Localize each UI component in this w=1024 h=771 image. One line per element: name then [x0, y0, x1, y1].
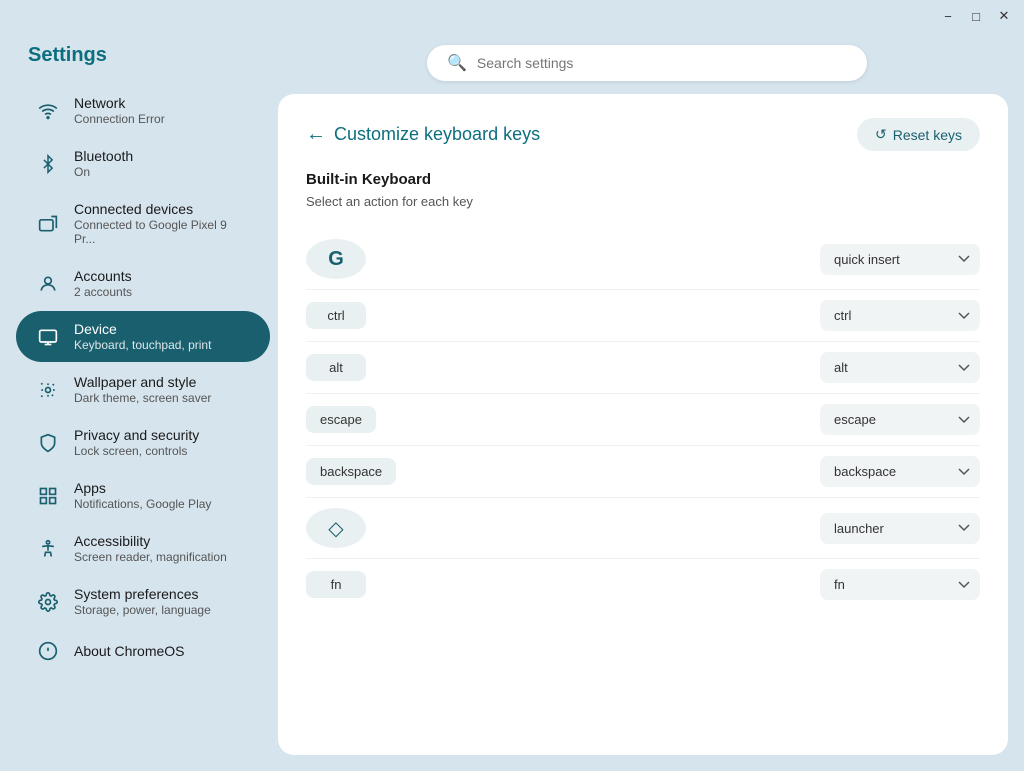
sidebar-item-system[interactable]: System preferences Storage, power, langu…: [16, 576, 270, 627]
sidebar-label-privacy: Privacy and security: [74, 427, 199, 443]
sidebar-label-wallpaper: Wallpaper and style: [74, 374, 211, 390]
accessibility-icon: [36, 537, 60, 561]
info-icon: [36, 639, 60, 663]
section-title: Built-in Keyboard: [306, 171, 980, 188]
key-row-launcher: ◇ launcherctrlaltescapebackspacefnquick …: [306, 498, 980, 559]
app-title: Settings: [8, 32, 278, 83]
reset-label: Reset keys: [893, 127, 962, 143]
sidebar-label-accessibility: Accessibility: [74, 533, 227, 549]
system-icon: [36, 590, 60, 614]
key-icon-ctrl: ctrl: [306, 302, 366, 329]
close-button[interactable]: ✕: [994, 6, 1014, 26]
key-row-alt: alt altctrlescapebackspacelauncherfnquic…: [306, 342, 980, 394]
sidebar-item-privacy[interactable]: Privacy and security Lock screen, contro…: [16, 417, 270, 468]
sidebar-label-device: Device: [74, 321, 211, 337]
page-title: Customize keyboard keys: [334, 124, 540, 145]
main-content: ← Customize keyboard keys ↺ Reset keys B…: [278, 94, 1008, 755]
sidebar: Settings Network Connection Error Blueto…: [8, 32, 278, 763]
sidebar-item-apps[interactable]: Apps Notifications, Google Play: [16, 470, 270, 521]
sidebar-item-device[interactable]: Device Keyboard, touchpad, print: [16, 311, 270, 362]
key-icon-escape: escape: [306, 406, 376, 433]
reset-icon: ↺: [875, 126, 887, 143]
key-select-launcher[interactable]: launcherctrlaltescapebackspacefnquick in…: [820, 513, 980, 544]
sidebar-label-system: System preferences: [74, 586, 211, 602]
devices-icon: [36, 212, 60, 236]
back-arrow-icon: ←: [306, 123, 326, 146]
sidebar-label-accounts: Accounts: [74, 268, 132, 284]
wifi-icon: [36, 99, 60, 123]
select-wrapper-fn: fnctrlaltescapebackspacelauncherquick in…: [820, 569, 980, 600]
key-row-google: G quick insertcaps lockctrlaltescapeback…: [306, 229, 980, 290]
app-window: Settings Network Connection Error Blueto…: [8, 32, 1016, 763]
sidebar-sub-device: Keyboard, touchpad, print: [74, 338, 211, 352]
top-bar: 🔍: [278, 32, 1016, 94]
sidebar-sub-apps: Notifications, Google Play: [74, 497, 211, 511]
back-link[interactable]: ← Customize keyboard keys: [306, 123, 540, 146]
device-icon: [36, 325, 60, 349]
select-wrapper-ctrl: ctrlaltescapebackspacelauncherfnquick in…: [820, 300, 980, 331]
account-icon: [36, 272, 60, 296]
key-row-backspace: backspace backspacectrlaltescapelauncher…: [306, 446, 980, 498]
sidebar-item-accounts[interactable]: Accounts 2 accounts: [16, 258, 270, 309]
key-select-fn[interactable]: fnctrlaltescapebackspacelauncherquick in…: [820, 569, 980, 600]
nav-list: Network Connection Error Bluetooth On Co…: [8, 83, 278, 675]
select-wrapper-launcher: launcherctrlaltescapebackspacefnquick in…: [820, 513, 980, 544]
content-wrap: 🔍 ← Customize keyboard keys ↺ Reset keys…: [278, 32, 1016, 763]
sidebar-label-apps: Apps: [74, 480, 211, 496]
sidebar-sub-wallpaper: Dark theme, screen saver: [74, 391, 211, 405]
key-icon-fn: fn: [306, 571, 366, 598]
key-icon-launcher: ◇: [306, 508, 366, 548]
sidebar-item-connected-devices[interactable]: Connected devices Connected to Google Pi…: [16, 191, 270, 256]
search-input[interactable]: [477, 55, 847, 71]
sidebar-label-network: Network: [74, 95, 165, 111]
sidebar-item-about[interactable]: About ChromeOS: [16, 629, 270, 673]
key-icon-alt: alt: [306, 354, 366, 381]
key-rows: G quick insertcaps lockctrlaltescapeback…: [306, 229, 980, 610]
apps-icon: [36, 484, 60, 508]
sidebar-sub-system: Storage, power, language: [74, 603, 211, 617]
minimize-button[interactable]: −: [938, 6, 958, 26]
section-sub: Select an action for each key: [306, 194, 980, 209]
key-row-fn: fn fnctrlaltescapebackspacelauncherquick…: [306, 559, 980, 610]
search-icon: 🔍: [447, 53, 467, 73]
sidebar-sub-network: Connection Error: [74, 112, 165, 126]
bluetooth-icon: [36, 152, 60, 176]
sidebar-item-bluetooth[interactable]: Bluetooth On: [16, 138, 270, 189]
key-row-ctrl: ctrl ctrlaltescapebackspacelauncherfnqui…: [306, 290, 980, 342]
sidebar-label-about: About ChromeOS: [74, 643, 185, 659]
sidebar-sub-accounts: 2 accounts: [74, 285, 132, 299]
titlebar: − □ ✕: [0, 0, 1024, 32]
key-icon-backspace: backspace: [306, 458, 396, 485]
key-select-backspace[interactable]: backspacectrlaltescapelauncherfnquick in…: [820, 456, 980, 487]
select-wrapper-backspace: backspacectrlaltescapelauncherfnquick in…: [820, 456, 980, 487]
privacy-icon: [36, 431, 60, 455]
wallpaper-icon: [36, 378, 60, 402]
sidebar-item-accessibility[interactable]: Accessibility Screen reader, magnificati…: [16, 523, 270, 574]
sidebar-sub-connected-devices: Connected to Google Pixel 9 Pr...: [74, 218, 250, 246]
key-row-escape: escape escapectrlaltbackspacelauncherfnq…: [306, 394, 980, 446]
select-wrapper-alt: altctrlescapebackspacelauncherfnquick in…: [820, 352, 980, 383]
key-select-alt[interactable]: altctrlescapebackspacelauncherfnquick in…: [820, 352, 980, 383]
select-wrapper-escape: escapectrlaltbackspacelauncherfnquick in…: [820, 404, 980, 435]
select-wrapper-google: quick insertcaps lockctrlaltescapebacksp…: [820, 244, 980, 275]
key-select-escape[interactable]: escapectrlaltbackspacelauncherfnquick in…: [820, 404, 980, 435]
sidebar-sub-privacy: Lock screen, controls: [74, 444, 199, 458]
search-bar: 🔍: [427, 45, 867, 81]
content-header: ← Customize keyboard keys ↺ Reset keys: [306, 118, 980, 151]
key-select-ctrl[interactable]: ctrlaltescapebackspacelauncherfnquick in…: [820, 300, 980, 331]
sidebar-item-network[interactable]: Network Connection Error: [16, 85, 270, 136]
sidebar-sub-accessibility: Screen reader, magnification: [74, 550, 227, 564]
sidebar-item-wallpaper[interactable]: Wallpaper and style Dark theme, screen s…: [16, 364, 270, 415]
sidebar-sub-bluetooth: On: [74, 165, 133, 179]
sidebar-label-connected-devices: Connected devices: [74, 201, 250, 217]
maximize-button[interactable]: □: [966, 6, 986, 26]
key-icon-google: G: [306, 239, 366, 279]
key-select-google[interactable]: quick insertcaps lockctrlaltescapebacksp…: [820, 244, 980, 275]
reset-keys-button[interactable]: ↺ Reset keys: [857, 118, 980, 151]
sidebar-label-bluetooth: Bluetooth: [74, 148, 133, 164]
